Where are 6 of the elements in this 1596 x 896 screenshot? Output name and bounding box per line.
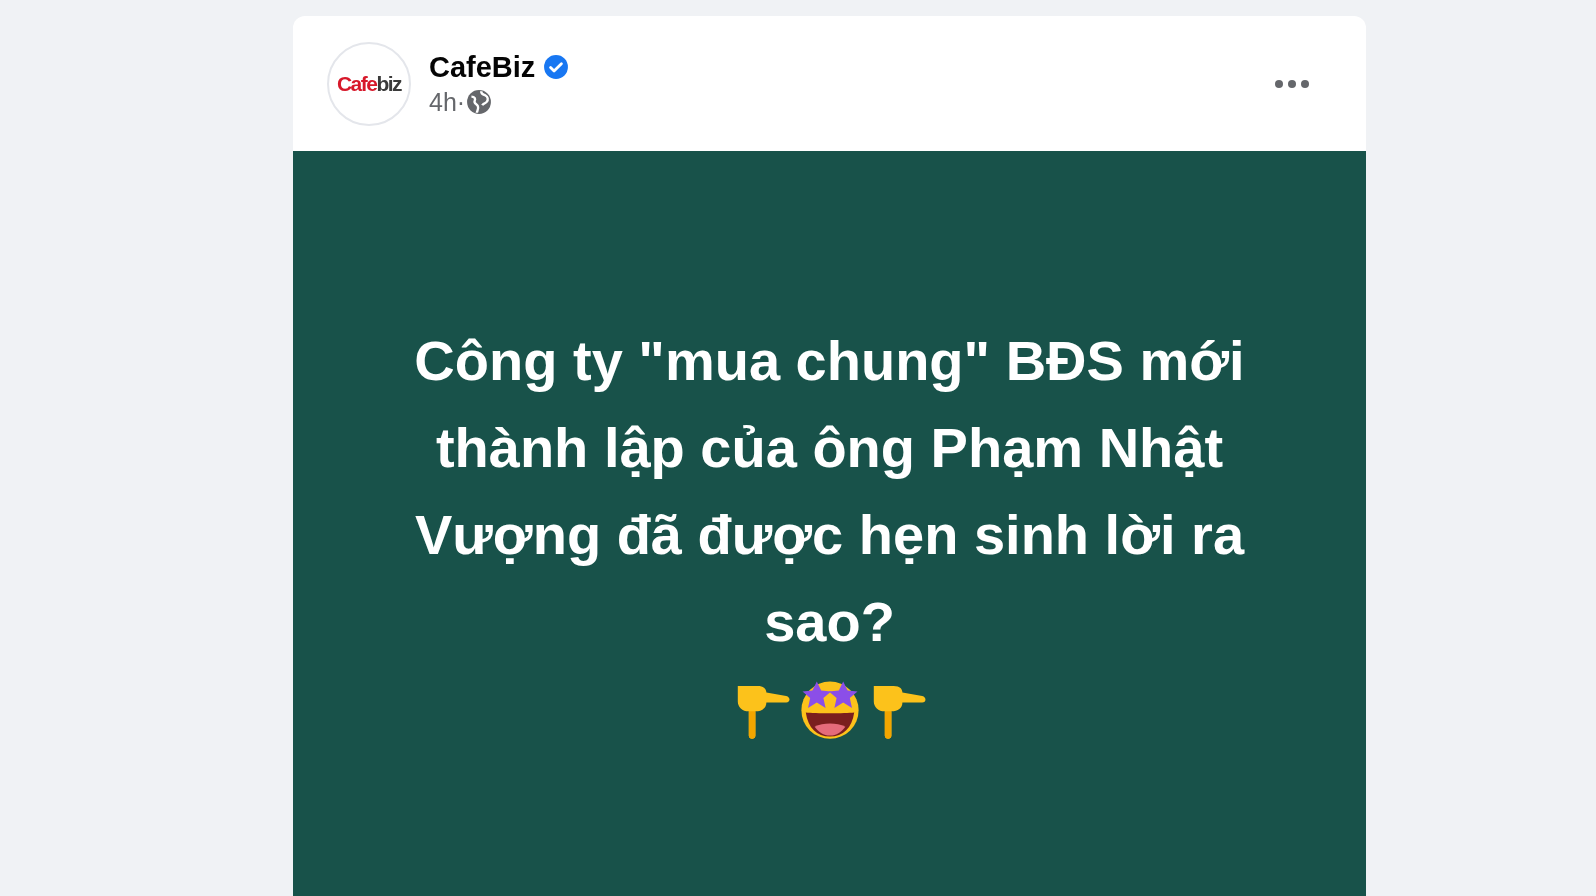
post-text: Công ty "mua chung" BĐS mới thành lập của ông Phạm Nhật Vượng đã được hẹn sinh lời ra sao? bbox=[413, 328, 1246, 655]
page-name[interactable]: CafeBiz bbox=[429, 50, 536, 84]
more-icon bbox=[1274, 78, 1310, 89]
page-avatar[interactable]: Cafebiz bbox=[327, 41, 411, 126]
post-time[interactable]: 4h· bbox=[429, 87, 466, 117]
logo-text: Cafebiz bbox=[336, 71, 402, 96]
